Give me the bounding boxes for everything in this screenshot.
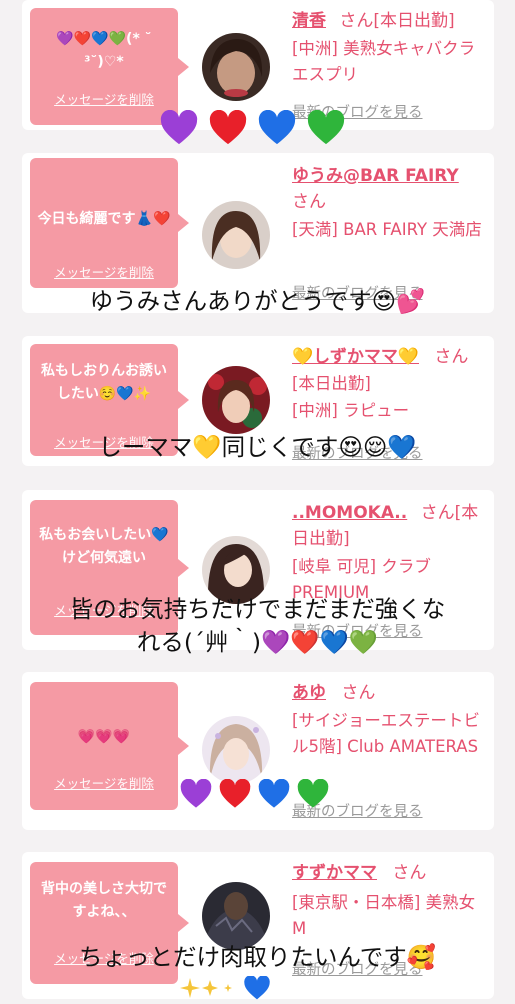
cast-suffix: さん: [434, 347, 469, 367]
cast-name-line: 💛しずかママ💛 さん: [292, 344, 488, 370]
sticker-sparkles: [178, 975, 271, 1004]
avatar[interactable]: [202, 366, 270, 434]
caption-text: しーママ💛同じくです😍😌💙: [98, 433, 417, 461]
caption-text: ゆうみさんありがとうです😍💕: [89, 287, 426, 315]
delete-message-link[interactable]: メッセージを削除: [30, 89, 178, 108]
green-heart-icon: [308, 110, 345, 145]
message-text: 私もしおりんお誘いしたい☺️💙✨: [41, 363, 167, 402]
shop-name[interactable]: [サイジョーエステートビル5階] Club AMATERAS: [292, 708, 488, 760]
cast-name-line: あゆ さん: [292, 680, 488, 706]
avatar[interactable]: [202, 201, 270, 269]
cast-name-link[interactable]: 💛しずかママ💛: [292, 347, 419, 367]
cast-name-link[interactable]: 清香: [292, 11, 326, 31]
message-text: 💜❤️💙💚(* ˘ ³˘)♡*: [56, 31, 152, 70]
message-bubble: 今日も綺麗です👗❤️ メッセージを削除: [30, 158, 189, 288]
blue-heart-icon: [258, 779, 290, 808]
shop-name[interactable]: [東京駅・日本橋] 美熟女 M: [292, 890, 488, 942]
blue-heart-icon: [244, 975, 270, 1000]
cast-name-link[interactable]: すずかママ: [292, 863, 377, 883]
message-bubble: 💜❤️💙💚(* ˘ ³˘)♡* メッセージを削除: [30, 8, 189, 125]
cast-suffix: さん[本日出勤]: [339, 11, 455, 31]
sticker-hearts: [160, 110, 351, 146]
caption-text: ちょっとだけ肉取りたいんです🥰: [78, 943, 437, 971]
cast-name-line: 清香 さん[本日出勤]: [292, 8, 488, 34]
cast-suffix: さん: [292, 192, 326, 212]
message-text: 今日も綺麗です👗❤️: [37, 210, 171, 227]
message-text: 私もお会いしたい💙けど何気遠い: [39, 527, 169, 566]
cast-status: [本日出勤]: [292, 374, 371, 393]
purple-heart-icon: [180, 779, 212, 808]
shop-name[interactable]: [中洲] 美熟女キャバクラ エスプリ: [292, 36, 488, 88]
blue-heart-icon: [259, 110, 296, 145]
cast-name-line: ..MOMOKA.. さん[本日出勤]: [292, 500, 488, 552]
delete-message-link[interactable]: メッセージを削除: [30, 773, 178, 792]
cast-name-link[interactable]: ゆうみ@BAR FAIRY: [292, 166, 459, 186]
caption-text: れる(´艸｀)💜❤️💙💚: [136, 628, 379, 656]
cast-suffix: さん: [341, 683, 376, 703]
avatar[interactable]: [202, 33, 270, 101]
green-heart-icon: [298, 779, 329, 808]
cast-suffix: さん: [392, 863, 427, 883]
message-text: 背中の美しさ大切ですよね、、: [41, 881, 167, 920]
caption-text: 皆のお気持ちだけでまだまだ強くな: [69, 595, 446, 623]
cast-name-link[interactable]: ..MOMOKA..: [292, 503, 407, 523]
sparkle-icon: [180, 978, 232, 998]
red-heart-icon: [219, 779, 251, 808]
purple-heart-icon: [160, 110, 198, 145]
delete-message-link[interactable]: メッセージを削除: [30, 262, 178, 281]
message-text: 💗💗💗: [77, 728, 131, 745]
avatar[interactable]: [202, 716, 270, 784]
message-bubble: 💗💗💗 メッセージを削除: [30, 682, 189, 810]
cast-name-line: すずかママ さん: [292, 860, 488, 886]
sticker-hearts: [180, 779, 331, 809]
red-heart-icon: [209, 110, 247, 145]
cast-name-line: ゆうみ@BAR FAIRY さん: [292, 163, 488, 215]
shop-name[interactable]: [中洲] ラピュー: [292, 398, 488, 424]
shop-name[interactable]: [天満] BAR FAIRY 天満店: [292, 217, 488, 243]
cast-name-link[interactable]: あゆ: [292, 683, 326, 703]
